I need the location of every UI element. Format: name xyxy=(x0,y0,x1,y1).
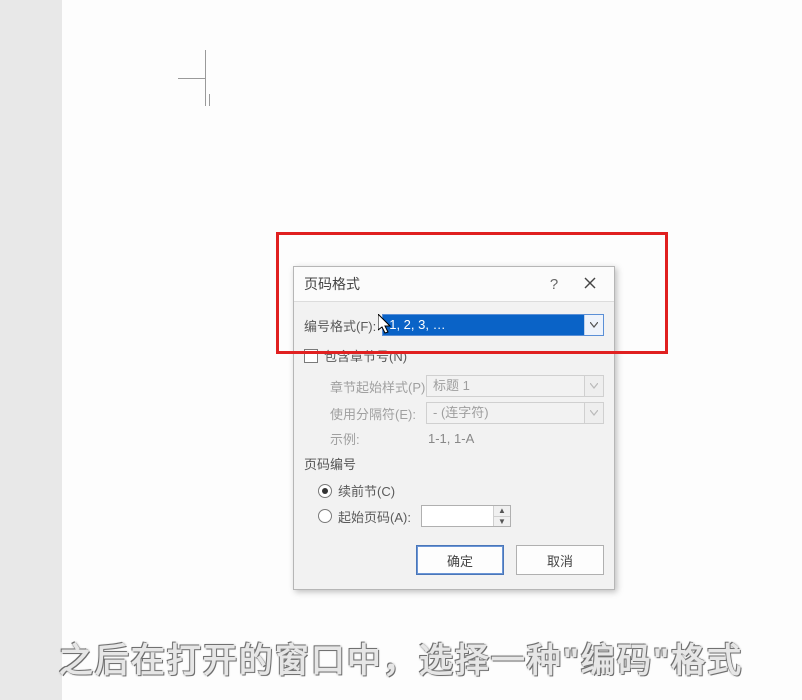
include-chapter-label: 包含章节号(N) xyxy=(324,346,407,365)
close-button[interactable] xyxy=(572,272,608,297)
start-at-label: 起始页码(A): xyxy=(338,507,411,526)
continue-radio[interactable] xyxy=(318,484,332,498)
chapter-style-dropdown: 标题 1 xyxy=(426,375,604,397)
page-numbering-heading: 页码编号 xyxy=(304,454,604,473)
start-at-radio[interactable] xyxy=(318,509,332,523)
close-icon xyxy=(584,277,596,289)
document-background: 页码格式 ? 编号格式(F): 1, 2, 3, … xyxy=(0,0,802,700)
separator-dropdown: - (连字符) xyxy=(426,402,604,424)
continue-label: 续前节(C) xyxy=(338,481,395,500)
cancel-label: 取消 xyxy=(547,551,573,570)
dialog-title: 页码格式 xyxy=(304,274,536,294)
page-corner-mark xyxy=(178,50,214,106)
dialog-body: 编号格式(F): 1, 2, 3, … 包含章节号(N) 章节起始样式(P) 标… xyxy=(294,302,614,589)
separator-label: 使用分隔符(E): xyxy=(330,404,426,423)
example-label: 示例: xyxy=(330,429,426,448)
chevron-down-icon xyxy=(584,376,603,396)
ok-button[interactable]: 确定 xyxy=(416,545,504,575)
cancel-button[interactable]: 取消 xyxy=(516,545,604,575)
chevron-down-icon xyxy=(584,315,603,335)
chapter-style-label: 章节起始样式(P) xyxy=(330,377,426,396)
ok-label: 确定 xyxy=(447,551,473,570)
number-format-dropdown[interactable]: 1, 2, 3, … xyxy=(382,314,604,336)
spin-down-icon: ▼ xyxy=(494,517,510,527)
number-format-value: 1, 2, 3, … xyxy=(383,315,584,335)
example-value: 1-1, 1-A xyxy=(426,431,604,446)
spin-buttons[interactable]: ▲ ▼ xyxy=(493,506,510,526)
page-number-format-dialog: 页码格式 ? 编号格式(F): 1, 2, 3, … xyxy=(293,266,615,590)
start-at-input[interactable]: ▲ ▼ xyxy=(421,505,511,527)
dialog-title-bar: 页码格式 ? xyxy=(294,267,614,302)
chapter-style-value: 标题 1 xyxy=(427,376,584,396)
chevron-down-icon xyxy=(584,403,603,423)
number-format-label: 编号格式(F): xyxy=(304,316,376,335)
caption-text: 之后在打开的窗口中，选择一种"编码"格式 xyxy=(0,633,802,682)
help-button[interactable]: ? xyxy=(536,272,572,297)
include-chapter-checkbox[interactable] xyxy=(304,349,318,363)
spin-up-icon: ▲ xyxy=(494,506,510,517)
separator-value: - (连字符) xyxy=(427,403,584,423)
left-gutter xyxy=(0,0,62,700)
